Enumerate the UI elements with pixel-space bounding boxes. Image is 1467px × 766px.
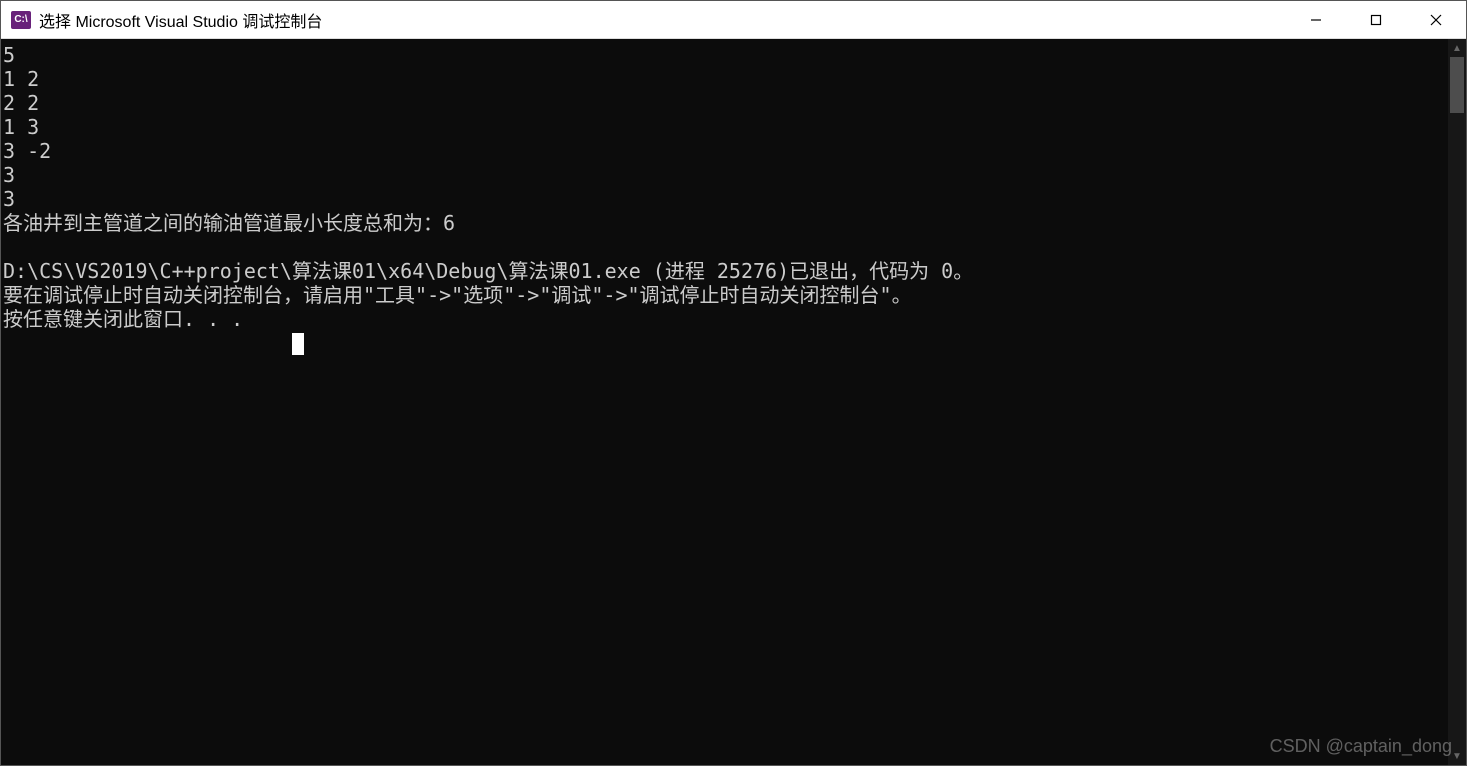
- scroll-up-icon[interactable]: ▲: [1448, 39, 1466, 57]
- minimize-button[interactable]: [1286, 1, 1346, 38]
- scrollbar-thumb[interactable]: [1450, 57, 1464, 113]
- scroll-down-icon[interactable]: ▼: [1448, 747, 1466, 765]
- output-line: 要在调试停止时自动关闭控制台，请启用"工具"->"选项"->"调试"->"调试停…: [3, 283, 912, 307]
- close-button[interactable]: [1406, 1, 1466, 38]
- output-line: 各油井到主管道之间的输油管道最小长度总和为：6: [3, 211, 455, 235]
- output-line: 3: [3, 163, 15, 187]
- output-line: 2 2: [3, 91, 39, 115]
- app-icon: C:\: [11, 11, 31, 29]
- output-line: D:\CS\VS2019\C++project\算法课01\x64\Debug\…: [3, 259, 973, 283]
- output-line: 1 3: [3, 115, 39, 139]
- output-line: 3: [3, 187, 15, 211]
- console-window: C:\ 选择 Microsoft Visual Studio 调试控制台 5 1…: [0, 0, 1467, 766]
- maximize-icon: [1369, 13, 1383, 27]
- window-controls: [1286, 1, 1466, 38]
- minimize-icon: [1309, 13, 1323, 27]
- maximize-button[interactable]: [1346, 1, 1406, 38]
- close-icon: [1429, 13, 1443, 27]
- cursor-prefix: [3, 331, 292, 355]
- window-title: 选择 Microsoft Visual Studio 调试控制台: [39, 8, 1286, 32]
- titlebar[interactable]: C:\ 选择 Microsoft Visual Studio 调试控制台: [1, 1, 1466, 39]
- output-line: 1 2: [3, 67, 39, 91]
- cursor-icon: [292, 333, 304, 355]
- output-line: 5: [3, 43, 15, 67]
- output-line: 按任意键关闭此窗口. . .: [3, 307, 243, 331]
- console-output[interactable]: 5 1 2 2 2 1 3 3 -2 3 3 各油井到主管道之间的输油管道最小长…: [1, 39, 1448, 765]
- vertical-scrollbar[interactable]: ▲ ▼: [1448, 39, 1466, 765]
- console-body: 5 1 2 2 2 1 3 3 -2 3 3 各油井到主管道之间的输油管道最小长…: [1, 39, 1466, 765]
- output-line: 3 -2: [3, 139, 51, 163]
